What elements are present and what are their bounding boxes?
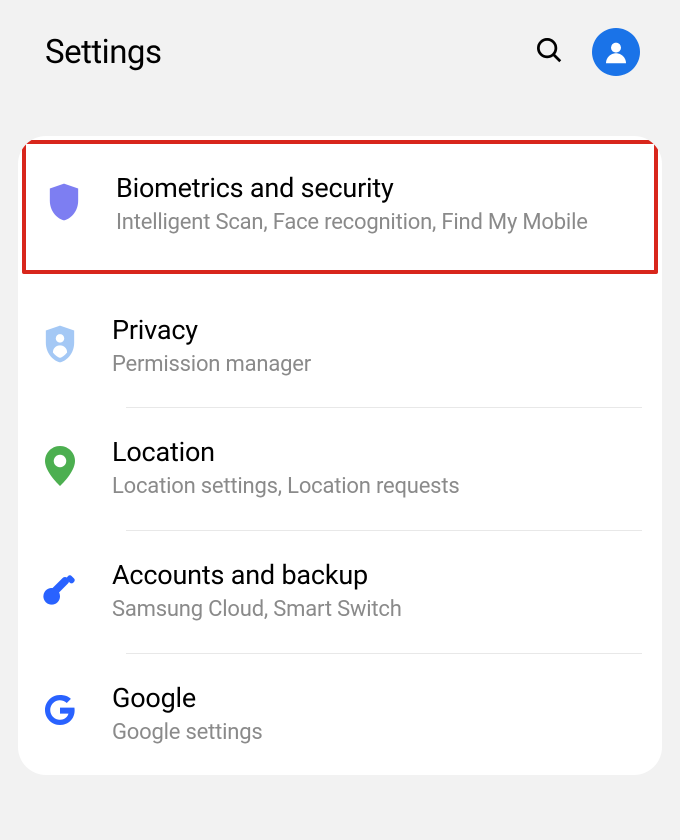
google-g-icon — [36, 682, 84, 728]
person-icon — [601, 37, 631, 67]
item-text: Location Location settings, Location req… — [112, 436, 642, 502]
highlight-callout: Biometrics and security Intelligent Scan… — [22, 140, 658, 274]
item-biometrics-security[interactable]: Biometrics and security Intelligent Scan… — [26, 144, 654, 270]
item-subtitle: Samsung Cloud, Smart Switch — [112, 595, 642, 625]
item-title: Accounts and backup — [112, 559, 642, 591]
key-icon — [36, 559, 84, 607]
item-text: Google Google settings — [112, 682, 642, 748]
settings-list: Biometrics and security Intelligent Scan… — [18, 136, 662, 775]
item-title: Location — [112, 436, 642, 468]
item-privacy[interactable]: Privacy Permission manager — [18, 286, 662, 408]
item-accounts-backup[interactable]: Accounts and backup Samsung Cloud, Smart… — [18, 531, 662, 653]
item-subtitle: Google settings — [112, 718, 642, 748]
header: Settings — [0, 0, 680, 136]
item-title: Google — [112, 682, 642, 714]
item-location[interactable]: Location Location settings, Location req… — [18, 408, 662, 530]
item-subtitle: Intelligent Scan, Face recognition, Find… — [116, 208, 634, 238]
search-button[interactable] — [534, 35, 564, 69]
header-actions — [534, 28, 640, 76]
item-title: Privacy — [112, 314, 642, 346]
item-subtitle: Permission manager — [112, 350, 642, 380]
item-title: Biometrics and security — [116, 172, 634, 204]
page-title: Settings — [45, 33, 162, 72]
item-text: Privacy Permission manager — [112, 314, 642, 380]
search-icon — [534, 35, 564, 65]
shield-icon — [40, 172, 88, 222]
privacy-shield-icon — [36, 314, 84, 364]
item-text: Accounts and backup Samsung Cloud, Smart… — [112, 559, 642, 625]
item-text: Biometrics and security Intelligent Scan… — [116, 172, 634, 238]
item-google[interactable]: Google Google settings — [18, 654, 662, 776]
item-subtitle: Location settings, Location requests — [112, 472, 642, 502]
location-pin-icon — [36, 436, 84, 486]
account-button[interactable] — [592, 28, 640, 76]
